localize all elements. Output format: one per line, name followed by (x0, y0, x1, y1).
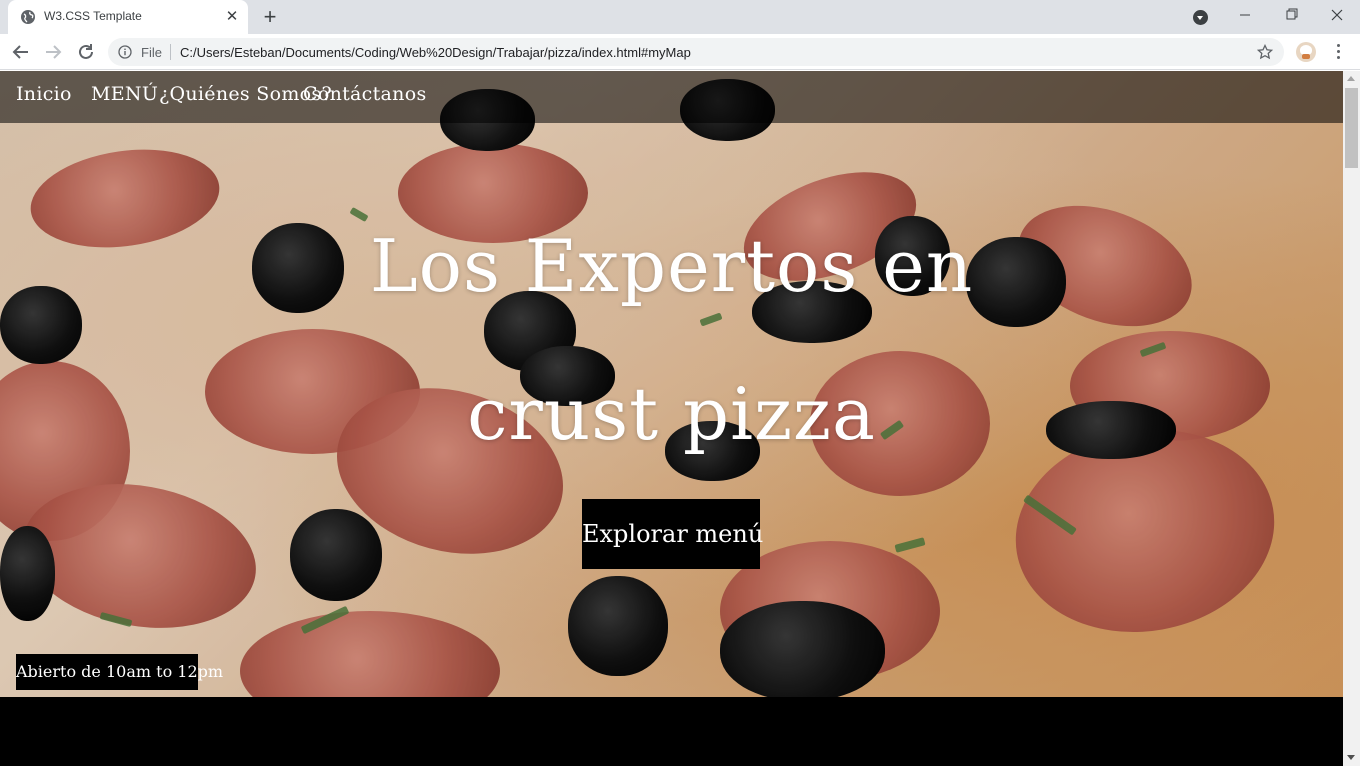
nav-link-menu[interactable]: MENÚ (91, 83, 158, 105)
close-icon[interactable]: ✕ (224, 9, 240, 25)
browser-tab[interactable]: W3.CSS Template ✕ (8, 0, 248, 34)
plus-icon[interactable]: + (259, 6, 281, 28)
tab-title: W3.CSS Template (44, 9, 142, 23)
url-scheme-label: File (141, 45, 162, 60)
globe-icon (21, 10, 35, 24)
chevron-down-icon[interactable] (1193, 10, 1208, 25)
avatar[interactable] (1296, 42, 1316, 62)
address-bar[interactable]: File C:/Users/Esteban/Documents/Coding/W… (108, 38, 1284, 66)
browser-toolbar: File C:/Users/Esteban/Documents/Coding/W… (0, 34, 1360, 70)
top-navbar: Inicio MENÚ ¿Quiénes Somos? Contáctanos (0, 71, 1343, 123)
arrow-left-icon[interactable] (10, 41, 32, 63)
scroll-down-arrow-icon[interactable] (1347, 755, 1355, 760)
nav-link-inicio[interactable]: Inicio (16, 83, 72, 105)
url-text[interactable]: C:/Users/Esteban/Documents/Coding/Web%20… (180, 45, 691, 60)
hero-title-line1: Los Expertos en (369, 224, 974, 308)
minimize-button[interactable] (1222, 0, 1268, 30)
browser-tab-bar: W3.CSS Template ✕ + (0, 0, 1360, 34)
page-scrollbar[interactable] (1343, 71, 1360, 766)
scroll-up-arrow-icon[interactable] (1347, 76, 1355, 81)
restore-button[interactable] (1268, 0, 1314, 30)
info-icon[interactable] (118, 45, 132, 59)
explore-menu-button[interactable]: Explorar menú (582, 499, 763, 569)
nav-link-contactanos[interactable]: Contáctanos (303, 83, 427, 105)
opening-hours-badge: Abierto de 10am to 12pm (16, 654, 223, 690)
scroll-thumb[interactable] (1345, 88, 1358, 168)
more-vertical-icon[interactable] (1332, 43, 1344, 61)
arrow-right-icon[interactable] (42, 41, 64, 63)
url-separator (170, 44, 171, 60)
star-icon[interactable] (1257, 44, 1273, 60)
hero-title-line2: crust pizza (467, 372, 876, 456)
window-close-button[interactable] (1314, 0, 1360, 30)
next-section (0, 697, 1343, 766)
page-viewport: Inicio MENÚ ¿Quiénes Somos? Contáctanos … (0, 71, 1343, 766)
reload-icon[interactable] (75, 41, 97, 63)
